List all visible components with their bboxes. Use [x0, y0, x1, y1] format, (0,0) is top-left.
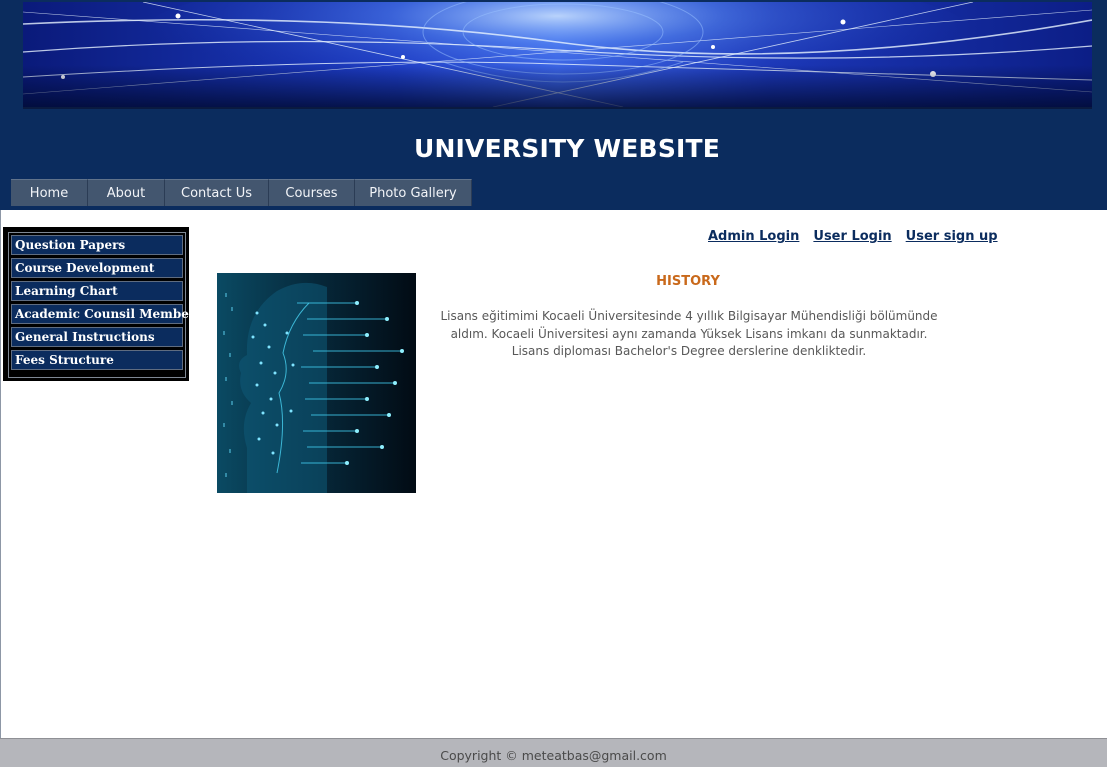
user-login-link[interactable]: User Login [813, 229, 891, 244]
banner-image [23, 2, 1092, 109]
history-heading: HISTORY [656, 274, 720, 289]
footer-copyright: Copyright © meteatbas@gmail.com [440, 748, 667, 763]
side-item-course-development[interactable]: Course Development [11, 258, 183, 278]
main-nav: Home About Contact Us Courses Photo Gall… [11, 179, 472, 206]
nav-photo-gallery[interactable]: Photo Gallery [355, 179, 472, 206]
site-title: UNIVERSITY WEBSITE [413, 134, 721, 163]
nav-courses[interactable]: Courses [269, 179, 355, 206]
side-item-academic-counsil-members[interactable]: Academic Counsil Members [11, 304, 202, 324]
side-menu-frame: Question Papers Course Development Learn… [8, 232, 202, 378]
history-paragraph: Lisans eğitimimi Kocaeli Üniversitesinde… [440, 309, 938, 358]
side-item-question-papers[interactable]: Question Papers [11, 235, 183, 255]
footer: Copyright © meteatbas@gmail.com [0, 738, 1107, 767]
content-left-border [0, 210, 1, 738]
feature-image [217, 273, 416, 493]
side-item-general-instructions[interactable]: General Instructions [11, 327, 183, 347]
side-item-learning-chart[interactable]: Learning Chart [11, 281, 183, 301]
nav-contact-us[interactable]: Contact Us [165, 179, 269, 206]
side-item-fees-structure[interactable]: Fees Structure [11, 350, 183, 370]
page: UNIVERSITY WEBSITE Home About Contact Us… [0, 0, 1107, 767]
user-signup-link[interactable]: User sign up [906, 229, 998, 244]
admin-login-link[interactable]: Admin Login [708, 229, 799, 244]
nav-home[interactable]: Home [11, 179, 88, 206]
digital-brain-banner-icon [23, 2, 1092, 107]
ai-circuit-face-icon [217, 273, 416, 493]
nav-about[interactable]: About [88, 179, 165, 206]
side-menu: Question Papers Course Development Learn… [3, 227, 202, 381]
login-links: Admin Login User Login User sign up [708, 229, 998, 244]
site-header: UNIVERSITY WEBSITE Home About Contact Us… [0, 0, 1107, 210]
